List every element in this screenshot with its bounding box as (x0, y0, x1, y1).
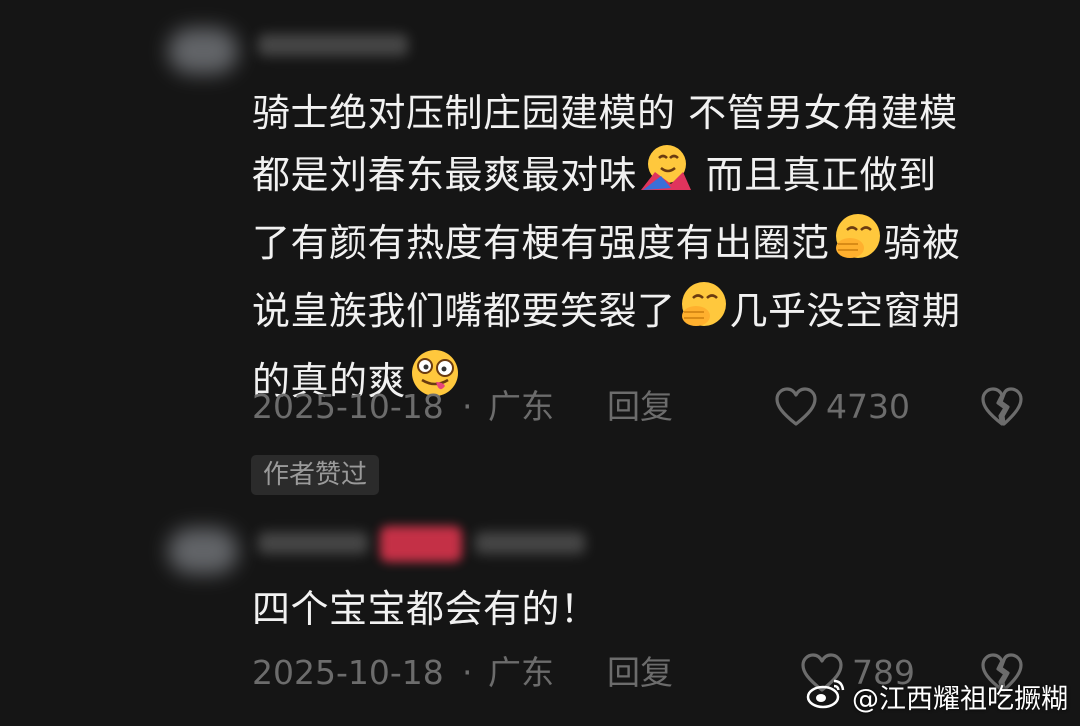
author-liked-badge: 作者赞过 (251, 455, 380, 495)
avatar[interactable] (168, 28, 238, 74)
like-count: 4730 (826, 387, 910, 426)
user-badge-blurred (380, 526, 462, 562)
weibo-icon (806, 677, 846, 716)
username-blurred[interactable] (258, 532, 368, 554)
reply-button[interactable]: 回复 (607, 648, 673, 698)
comment-date: 2025-10-18 (252, 653, 444, 692)
reply-button[interactable]: 回复 (607, 382, 673, 432)
comment-region: 广东 (488, 653, 554, 692)
comment-text: 四个宝宝都会有的！ (252, 587, 599, 631)
comment-region: 广东 (488, 387, 554, 426)
face-with-hand-over-mouth-emoji-icon (830, 210, 884, 278)
comment-text: 骑士绝对压制庄园建模的 不管男女角建模 都是刘春东最爽最对味 而且真正做到 了有… (252, 84, 961, 416)
dislike-button[interactable] (980, 387, 1024, 441)
avatar[interactable] (168, 528, 238, 574)
broken-heart-icon (980, 387, 1024, 435)
watermark: @江西耀祖吃撅糊 (806, 677, 1068, 716)
face-with-hand-over-mouth-emoji-icon (676, 278, 730, 346)
watermark-text: @江西耀祖吃撅糊 (852, 684, 1068, 715)
like-button[interactable]: 4730 (774, 382, 910, 432)
meta-blurred (475, 532, 585, 554)
heart-icon (774, 387, 818, 427)
username-blurred[interactable] (258, 34, 408, 56)
comment-date: 2025-10-18 (252, 387, 444, 426)
meta-separator: · (462, 653, 473, 692)
meta-separator: · (462, 387, 473, 426)
comment-meta: 2025-10-18 · 广东 回复 4730 (252, 382, 1032, 432)
hugging-face-emoji-icon (637, 142, 693, 210)
